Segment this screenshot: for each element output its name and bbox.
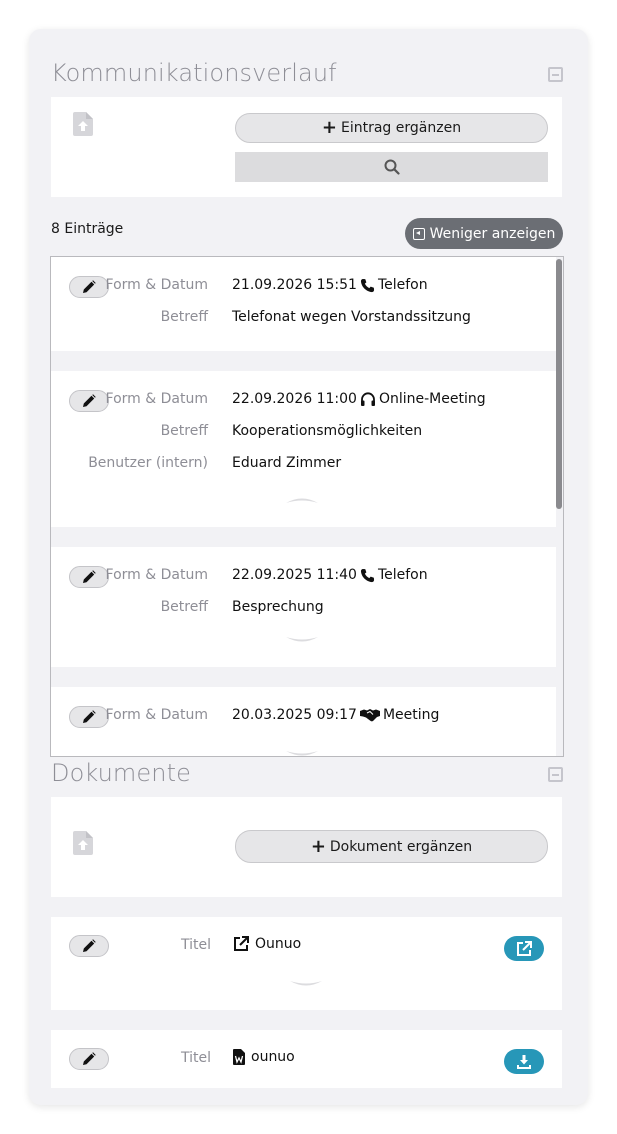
list-item: Form & Datum 22.09.2025 11:40 Telefon Be… — [51, 547, 556, 667]
edit-button[interactable] — [69, 935, 109, 957]
plus-icon: + — [310, 835, 326, 857]
form-date-value: 22.09.2026 11:00 Online-Meeting — [232, 391, 486, 407]
form-date-value: 21.09.2026 15:51 Telefon — [232, 277, 428, 293]
phone-icon — [360, 278, 375, 292]
subject-label: Betreff — [160, 309, 208, 325]
pencil-icon — [83, 280, 96, 293]
handshake-icon — [359, 709, 380, 722]
list-item: Form & Datum 21.09.2026 15:51 Telefon Be… — [51, 257, 556, 351]
phone-icon — [360, 568, 375, 582]
edit-button[interactable] — [69, 390, 109, 412]
document-item: Titel ounuo — [51, 1030, 562, 1088]
chevron-up-icon[interactable] — [285, 495, 319, 505]
open-external-icon — [517, 940, 532, 956]
chevron-down-icon[interactable] — [285, 635, 319, 645]
form-date-value: 20.03.2025 09:17 Meeting — [232, 707, 439, 723]
collapse-communication-button[interactable] — [548, 67, 563, 82]
word-file-icon — [233, 1049, 245, 1065]
type-value: Meeting — [382, 707, 440, 723]
add-entry-button[interactable]: + Eintrag ergänzen — [235, 113, 548, 143]
internal-user-label: Benutzer (intern) — [88, 455, 208, 471]
internal-user-value: Eduard Zimmer — [232, 455, 342, 471]
communication-list[interactable]: Form & Datum 21.09.2026 15:51 Telefon Be… — [50, 256, 564, 757]
document-title-text: ounuo — [251, 1049, 295, 1065]
type-value: Online-Meeting — [378, 391, 486, 407]
subject-value: Kooperationsmöglichkeiten — [232, 423, 423, 439]
list-item: Form & Datum 22.09.2026 11:00 Online-Mee… — [51, 371, 556, 527]
add-document-button[interactable]: + Dokument ergänzen — [235, 830, 548, 863]
pencil-icon — [83, 1052, 96, 1065]
datetime-value: 22.09.2025 11:40 — [232, 567, 357, 583]
add-entry-label: Eintrag ergänzen — [341, 120, 462, 136]
title-label: Titel — [180, 937, 211, 953]
communication-section-title: Kommunikationsverlauf — [51, 59, 337, 87]
open-document-button[interactable] — [504, 936, 544, 961]
document-title[interactable]: ounuo — [233, 1049, 295, 1065]
document-item: Titel Ounuo — [51, 917, 562, 1010]
chevron-down-icon[interactable] — [285, 749, 319, 757]
communication-toolbar-panel: + Eintrag ergänzen — [51, 97, 562, 197]
main-card: Kommunikationsverlauf + Eintrag ergänzen… — [29, 29, 588, 1105]
edit-button[interactable] — [69, 566, 109, 588]
document-title-text: Ounuo — [255, 936, 302, 952]
external-link-icon — [234, 936, 249, 951]
form-date-label: Form & Datum — [105, 567, 208, 583]
plus-icon: + — [321, 117, 337, 138]
pencil-icon — [83, 939, 96, 952]
form-date-label: Form & Datum — [105, 707, 208, 723]
edit-button[interactable] — [69, 1048, 109, 1070]
title-label: Titel — [180, 1050, 211, 1066]
subject-label: Betreff — [160, 599, 208, 615]
entry-count: 8 Einträge — [51, 221, 124, 237]
show-less-label: Weniger anzeigen — [429, 225, 556, 242]
subject-value: Besprechung — [232, 599, 324, 615]
add-document-label: Dokument ergänzen — [329, 838, 473, 855]
type-value: Telefon — [377, 567, 428, 583]
download-document-button[interactable] — [504, 1049, 544, 1074]
documents-toolbar-panel: + Dokument ergänzen — [51, 797, 562, 897]
document-title[interactable]: Ounuo — [233, 936, 301, 952]
file-upload-icon[interactable] — [73, 831, 93, 855]
download-icon — [517, 1054, 531, 1069]
show-less-button[interactable]: Weniger anzeigen — [405, 218, 563, 249]
form-date-value: 22.09.2025 11:40 Telefon — [232, 567, 428, 583]
edit-button[interactable] — [69, 706, 109, 728]
list-scrollbar[interactable] — [556, 259, 562, 509]
chevron-down-icon[interactable] — [289, 979, 323, 989]
datetime-value: 21.09.2026 15:51 — [232, 277, 357, 293]
edit-button[interactable] — [69, 276, 109, 298]
pencil-icon — [83, 394, 96, 407]
list-item: Form & Datum 20.03.2025 09:17 Meeting — [51, 687, 556, 757]
pencil-icon — [83, 570, 96, 583]
caret-left-square-icon — [412, 227, 425, 240]
collapse-documents-button[interactable] — [548, 767, 563, 782]
documents-section-title: Dokumente — [51, 759, 191, 787]
form-date-label: Form & Datum — [105, 277, 208, 293]
type-value: Telefon — [377, 277, 428, 293]
file-upload-icon[interactable] — [73, 112, 93, 136]
datetime-value: 20.03.2025 09:17 — [232, 707, 357, 723]
pencil-icon — [83, 710, 96, 723]
subject-label: Betreff — [160, 423, 208, 439]
headset-icon — [360, 391, 375, 406]
subject-value: Telefonat wegen Vorstandssitzung — [232, 309, 471, 325]
search-button[interactable] — [235, 152, 548, 182]
search-icon — [384, 159, 400, 175]
form-date-label: Form & Datum — [105, 391, 208, 407]
datetime-value: 22.09.2026 11:00 — [232, 391, 357, 407]
